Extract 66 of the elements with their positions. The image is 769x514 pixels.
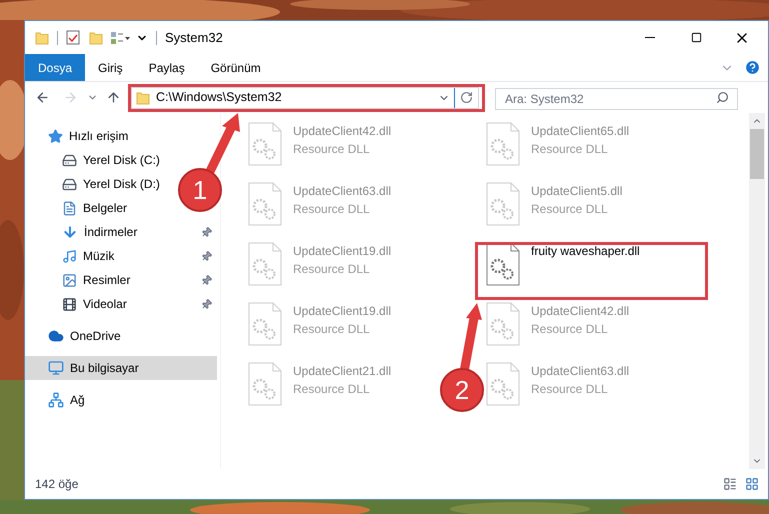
search-field[interactable]: Ara: System32: [495, 88, 738, 110]
ribbon-tab[interactable]: Paylaş: [136, 54, 198, 81]
gear-file-icon: [248, 122, 282, 166]
nav-item[interactable]: Belgeler: [25, 196, 132, 220]
file-type: Resource DLL: [293, 321, 370, 338]
network-icon: [48, 392, 64, 408]
drive-icon: [62, 176, 77, 192]
up-icon[interactable]: [106, 90, 121, 105]
nav-item[interactable]: Hızlı erişim: [25, 124, 132, 148]
drive-icon: [62, 152, 77, 168]
gear-file-icon: [486, 302, 520, 346]
refresh-icon[interactable]: [460, 91, 473, 104]
ribbon-tab[interactable]: Giriş: [85, 54, 136, 81]
gear-file-icon: [486, 122, 520, 166]
file-type: Resource DLL: [293, 141, 370, 158]
download-icon: [62, 224, 78, 240]
nav-item[interactable]: Resimler: [25, 268, 134, 292]
window-title: System32: [165, 28, 223, 47]
scrollbar[interactable]: [749, 113, 765, 469]
status-text: 142 öğe: [35, 476, 78, 493]
file-type: Resource DLL: [531, 321, 608, 338]
checklist-icon[interactable]: [66, 30, 80, 45]
music-note-icon: [62, 248, 77, 264]
folder-icon: [35, 30, 49, 44]
nav-item[interactable]: Videolar: [25, 292, 131, 316]
address-path: C:\Windows\System32: [156, 89, 282, 106]
nav-item[interactable]: OneDrive: [25, 324, 125, 348]
nav-item[interactable]: Bu bilgisayar: [25, 356, 217, 380]
nav-item[interactable]: Yerel Disk (D:): [25, 172, 164, 196]
nav-item[interactable]: Müzik: [25, 244, 118, 268]
file-type: Resource DLL: [531, 141, 608, 158]
file-type: Resource DLL: [531, 201, 608, 218]
file-type: Resource DLL: [531, 381, 608, 398]
cloud-icon: [48, 328, 64, 344]
large-icons-view-icon[interactable]: [745, 477, 759, 491]
details-view-icon[interactable]: [723, 477, 737, 491]
file-type: Resource DLL: [293, 261, 370, 278]
address-field[interactable]: C:\Windows\System32: [131, 86, 479, 108]
back-icon[interactable]: [35, 90, 50, 105]
new-folder-icon: [89, 30, 103, 44]
help-icon[interactable]: [744, 59, 761, 76]
gear-file-icon: [248, 302, 282, 346]
document-icon: [62, 200, 77, 216]
file-type: Resource DLL: [293, 201, 370, 218]
film-icon: [62, 296, 77, 312]
gear-file-icon: [248, 182, 282, 226]
gear-file-icon: [248, 362, 282, 406]
gear-file-icon: [486, 182, 520, 226]
nav-item[interactable]: İndirmeler: [25, 220, 142, 244]
nav-item[interactable]: Ağ: [25, 388, 89, 412]
picture-icon: [62, 272, 77, 288]
star-icon: [48, 128, 63, 144]
nav-item[interactable]: Yerel Disk (C:): [25, 148, 164, 172]
monitor-icon: [48, 360, 64, 376]
scrollbar-thumb[interactable]: [750, 129, 764, 179]
search-icon[interactable]: [716, 90, 729, 104]
gear-file-icon: [486, 242, 520, 286]
properties-icon[interactable]: [110, 30, 130, 44]
maximize-icon: [690, 32, 702, 43]
gear-file-icon: [248, 242, 282, 286]
file-type: Resource DLL: [293, 381, 370, 398]
gear-file-icon: [486, 362, 520, 406]
ribbon-tab[interactable]: Görünüm: [198, 54, 274, 81]
file-name[interactable]: fruity waveshaper.dll: [531, 242, 640, 260]
folder-icon: [136, 90, 150, 104]
minimize-icon: [645, 37, 655, 38]
